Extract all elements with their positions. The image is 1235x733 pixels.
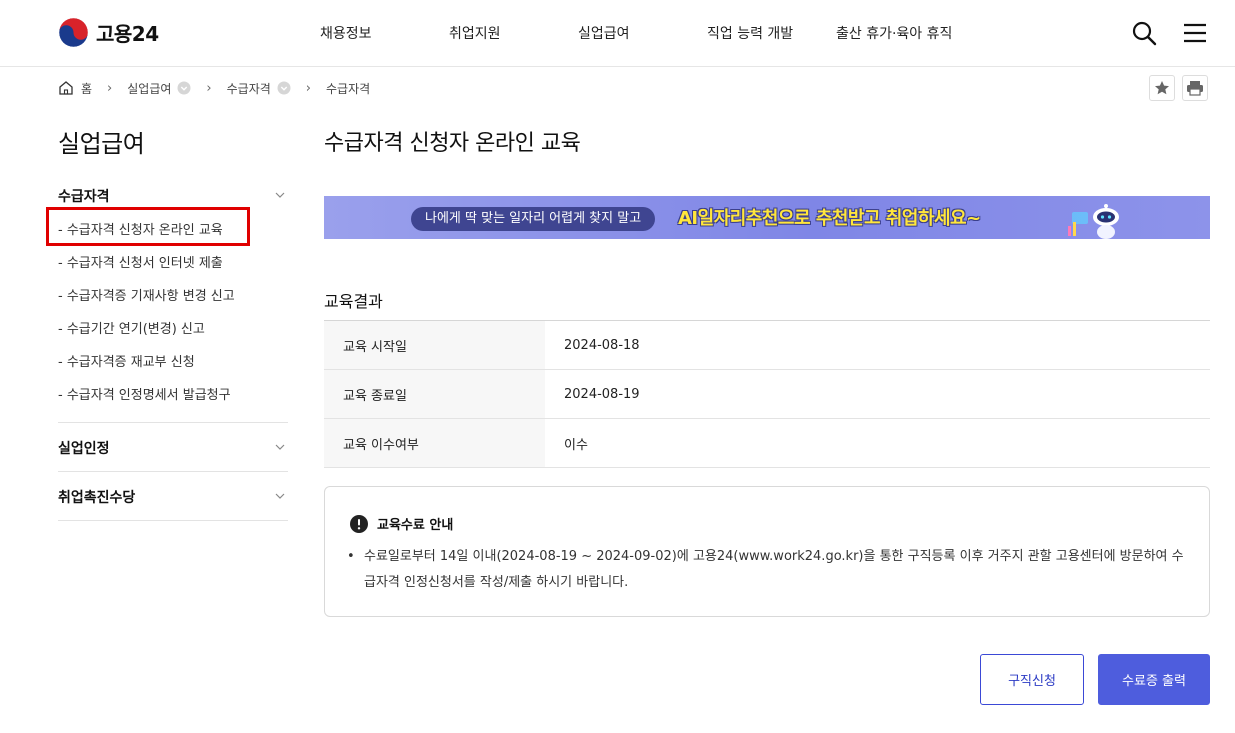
breadcrumb-separator-icon: › — [305, 80, 311, 96]
sidebar-item-statement-request[interactable]: - 수급자격 인정명세서 발급청구 — [58, 384, 231, 403]
sidebar-divider — [58, 520, 288, 521]
breadcrumb-separator-icon: › — [206, 80, 212, 96]
sidebar-group-eligibility[interactable]: 수급자격 — [58, 186, 110, 206]
chevron-down-icon[interactable] — [274, 490, 286, 502]
printer-icon — [1187, 81, 1203, 96]
sidebar-item-internet-application[interactable]: - 수급자격 신청서 인터넷 제출 — [58, 252, 223, 271]
robot-icon — [1068, 204, 1119, 239]
table-row: 교육 시작일 2024-08-18 — [324, 320, 1210, 370]
bookmark-button[interactable] — [1149, 75, 1175, 101]
nav-item-vocational-training[interactable]: 직업 능력 개발 — [707, 23, 793, 43]
star-icon — [1155, 81, 1169, 95]
row-label: 교육 시작일 — [324, 320, 545, 370]
row-label: 교육 이수여부 — [324, 418, 545, 468]
home-icon — [59, 81, 73, 95]
banner-headline: AI일자리추천으로 추천받고 취업하세요~ — [678, 208, 981, 229]
breadcrumb-item-label: 수급자격 — [226, 81, 271, 96]
completion-notice-box: 교육수료 안내 • 수료일로부터 14일 이내(2024-08-19 ~ 202… — [324, 486, 1210, 617]
sidebar-divider — [58, 471, 288, 472]
search-icon[interactable] — [1131, 20, 1157, 46]
ai-job-recommend-banner[interactable]: 나에게 딱 맞는 일자리 어렵게 찾지 말고 AI일자리추천으로 추천받고 취업… — [324, 196, 1210, 239]
sidebar-divider — [58, 422, 288, 423]
row-value: 2024-08-18 — [564, 337, 640, 353]
job-apply-button[interactable]: 구직신청 — [980, 654, 1084, 705]
notice-bullet: • — [347, 549, 355, 564]
sidebar-title: 실업급여 — [58, 130, 145, 158]
notice-header: 교육수료 안내 — [350, 514, 453, 533]
nav-item-employment-support[interactable]: 취업지원 — [449, 23, 501, 43]
banner-pill-text: 나에게 딱 맞는 일자리 어렵게 찾지 말고 — [411, 207, 656, 231]
breadcrumb-home[interactable]: 홈 — [58, 80, 92, 97]
sidebar-group-reemployment-allowance[interactable]: 취업촉진수당 — [58, 487, 135, 507]
menu-icon[interactable] — [1182, 20, 1208, 46]
page-title: 수급자격 신청자 온라인 교육 — [324, 131, 581, 156]
notice-text: 수료일로부터 14일 이내(2024-08-19 ~ 2024-09-02)에 … — [364, 549, 1184, 590]
exclamation-icon — [350, 514, 368, 533]
main-nav: 채용정보 취업지원 실업급여 직업 능력 개발 출산 휴가·육아 휴직 — [0, 23, 1235, 43]
breadcrumb-item-label: 수급자격 — [326, 81, 371, 96]
breadcrumb-separator-icon: › — [107, 80, 113, 96]
breadcrumb: 홈 › 실업급여 › 수급자격 › 수급자격 — [58, 78, 370, 98]
chevron-down-icon[interactable] — [274, 189, 286, 201]
sidebar-item-period-extension[interactable]: - 수급기간 연기(변경) 신고 — [58, 318, 205, 337]
breadcrumb-home-label: 홈 — [81, 81, 93, 96]
chevron-down-icon[interactable] — [274, 441, 286, 453]
highlight-box — [46, 207, 250, 246]
education-result-title: 교육결과 — [324, 292, 383, 311]
breadcrumb-item-label: 실업급여 — [127, 81, 172, 96]
nav-item-unemployment-benefits[interactable]: 실업급여 — [578, 23, 630, 43]
print-button[interactable] — [1182, 75, 1208, 101]
row-value: 2024-08-19 — [564, 386, 640, 402]
nav-item-jobs[interactable]: 채용정보 — [320, 23, 372, 43]
chevron-down-circle-icon[interactable] — [277, 81, 291, 95]
sidebar-item-change-report[interactable]: - 수급자격증 기재사항 변경 신고 — [58, 285, 235, 304]
education-result-table: 교육 시작일 2024-08-18 교육 종료일 2024-08-19 교육 이… — [324, 320, 1210, 468]
breadcrumb-item-1[interactable]: 실업급여 — [127, 80, 191, 97]
table-row: 교육 이수여부 이수 — [324, 418, 1210, 468]
table-row: 교육 종료일 2024-08-19 — [324, 369, 1210, 419]
nav-item-parental-leave[interactable]: 출산 휴가·육아 휴직 — [836, 23, 952, 43]
breadcrumb-item-2[interactable]: 수급자격 — [227, 80, 291, 97]
notice-title: 교육수료 안내 — [377, 518, 454, 533]
print-certificate-button[interactable]: 수료증 출력 — [1098, 654, 1210, 705]
notice-body: • 수료일로부터 14일 이내(2024-08-19 ~ 2024-09-02)… — [347, 544, 1187, 596]
row-value: 이수 — [564, 437, 588, 453]
site-header: 고용24 채용정보 취업지원 실업급여 직업 능력 개발 출산 휴가·육아 휴직 — [0, 0, 1235, 67]
sidebar-item-reissue[interactable]: - 수급자격증 재교부 신청 — [58, 351, 195, 370]
row-label: 교육 종료일 — [324, 369, 545, 419]
breadcrumb-item-current: 수급자격 — [326, 80, 370, 97]
sidebar-group-unemployment-recognition[interactable]: 실업인정 — [58, 438, 110, 458]
chevron-down-circle-icon[interactable] — [177, 81, 191, 95]
